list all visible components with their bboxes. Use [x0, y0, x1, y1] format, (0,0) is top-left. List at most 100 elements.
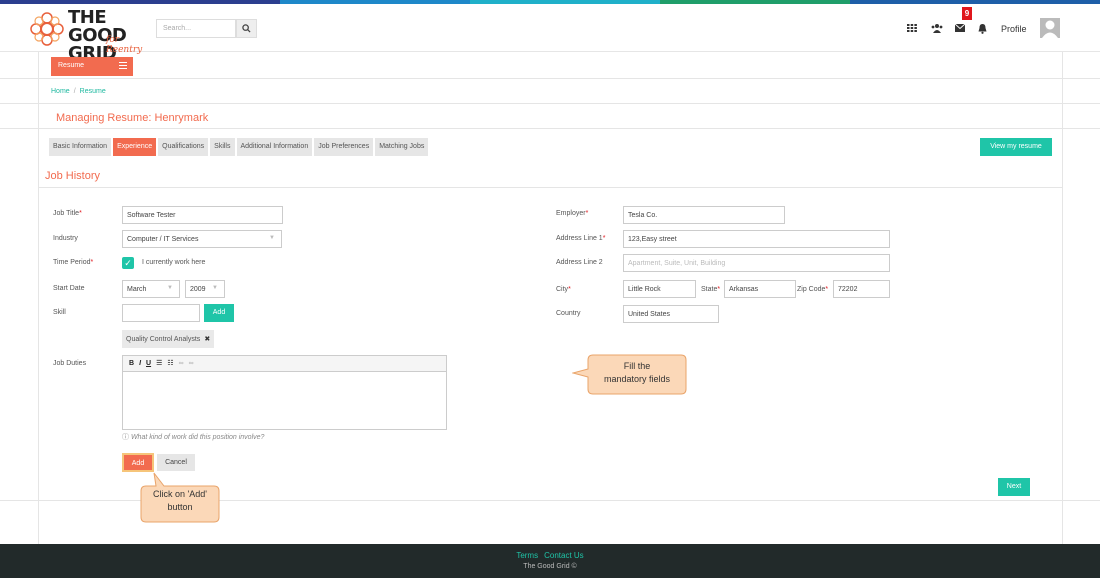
cancel-button[interactable]: Cancel: [157, 454, 195, 471]
bulleted-list-icon[interactable]: ☰: [156, 360, 162, 367]
job-title-input[interactable]: Software Tester: [122, 206, 283, 224]
add-skill-button[interactable]: Add: [204, 304, 234, 322]
layout-divider-right: [1062, 52, 1063, 544]
underline-icon[interactable]: U: [146, 360, 151, 367]
envelope-icon[interactable]: [954, 23, 966, 35]
numbered-list-icon[interactable]: ☷: [167, 360, 173, 367]
link-icon[interactable]: ∞: [179, 360, 184, 367]
resume-menu-label: Resume: [58, 62, 85, 69]
chevron-down-icon: ▼: [212, 285, 218, 291]
breadcrumb-current[interactable]: Resume: [80, 88, 106, 95]
breadcrumb: Home / Resume: [51, 88, 106, 95]
skill-label: Skill: [53, 309, 66, 316]
breadcrumb-separator: /: [73, 88, 76, 95]
terms-link[interactable]: Terms: [516, 551, 538, 560]
copyright: The Good Grid ©: [523, 563, 577, 570]
view-my-resume-button[interactable]: View my resume: [980, 138, 1052, 156]
notification-count-badge: 9: [962, 7, 972, 20]
italic-icon[interactable]: I: [139, 360, 141, 367]
search-icon: [242, 24, 251, 33]
start-year-select[interactable]: 2009 ▼: [185, 280, 225, 298]
employer-label: Employer*: [556, 210, 589, 217]
resume-section-tabs: Basic Information Experience Qualificati…: [49, 138, 429, 156]
tab-experience[interactable]: Experience: [113, 138, 157, 156]
user-avatar-icon[interactable]: [1040, 18, 1060, 38]
skill-tag: Quality Control Analysts ✖: [122, 330, 215, 348]
resume-menu-button[interactable]: Resume: [51, 57, 133, 76]
footer: Terms Contact Us The Good Grid ©: [0, 544, 1100, 578]
industry-select-value: Computer / IT Services: [127, 236, 199, 243]
currently-work-here-label: I currently work here: [142, 259, 206, 266]
info-icon: ⓘ: [122, 434, 129, 441]
zip-code-label: Zip Code*: [797, 286, 829, 293]
breadcrumb-home-link[interactable]: Home: [51, 88, 70, 95]
tab-skills[interactable]: Skills: [210, 138, 235, 156]
tab-qualifications[interactable]: Qualifications: [158, 138, 209, 156]
contact-us-link[interactable]: Contact Us: [544, 551, 584, 560]
remove-tag-icon[interactable]: ✖: [204, 336, 210, 343]
logo-subtitle: for Reentry: [106, 35, 143, 55]
profile-link[interactable]: Profile: [1001, 24, 1027, 34]
employer-input[interactable]: Tesla Co.: [623, 206, 785, 224]
address-line1-label: Address Line 1*: [556, 235, 606, 242]
layout-divider-left: [38, 52, 39, 544]
start-year-value: 2009: [190, 286, 206, 293]
grid-icon[interactable]: [907, 24, 917, 35]
skill-tag-label: Quality Control Analysts: [126, 336, 201, 343]
logo[interactable]: THE GOOD GRID for Reentry: [28, 8, 153, 63]
row-divider: [0, 78, 1100, 79]
city-input[interactable]: Little Rock: [623, 280, 696, 298]
tab-additional-information[interactable]: Additional Information: [236, 138, 313, 156]
row-divider: [0, 103, 1100, 104]
chevron-down-icon: ▼: [269, 235, 275, 241]
tab-basic-information[interactable]: Basic Information: [49, 138, 112, 156]
mandatory-fields-callout: Fill the mandatory fields: [588, 360, 686, 386]
time-period-label: Time Period*: [53, 259, 94, 266]
row-divider: [0, 128, 1100, 129]
next-button[interactable]: Next: [998, 478, 1030, 496]
editor-toolbar: B I U ☰ ☷ ∞ ∞: [123, 356, 446, 372]
industry-select[interactable]: Computer / IT Services ▼: [122, 230, 282, 248]
mandatory-callout-line1: Fill the: [623, 361, 651, 371]
chevron-down-icon: ▼: [167, 285, 173, 291]
country-label: Country: [556, 310, 581, 317]
tab-matching-jobs[interactable]: Matching Jobs: [375, 138, 429, 156]
currently-work-here-checkbox[interactable]: ✓: [122, 257, 134, 269]
address-line2-label: Address Line 2: [556, 259, 603, 266]
start-date-label: Start Date: [53, 285, 85, 292]
logo-flower-icon: [30, 12, 64, 46]
job-duties-label: Job Duties: [53, 360, 87, 367]
state-label: State*: [701, 286, 721, 293]
start-month-value: March: [127, 286, 147, 293]
add-callout-line2: button: [167, 502, 193, 512]
search-input[interactable]: Search...: [156, 19, 236, 38]
address-line1-input[interactable]: 123,Easy street: [623, 230, 890, 248]
add-job-button[interactable]: Add: [122, 453, 154, 472]
job-title-label: Job Title*: [53, 210, 82, 217]
section-title: Job History: [45, 170, 101, 182]
bell-icon[interactable]: [978, 24, 987, 37]
add-callout-line1: Click on 'Add': [153, 489, 207, 499]
unlink-icon[interactable]: ∞: [189, 360, 194, 367]
search-button[interactable]: [236, 19, 257, 38]
job-duties-editor[interactable]: B I U ☰ ☷ ∞ ∞: [122, 355, 447, 430]
bold-icon[interactable]: B: [129, 360, 134, 367]
address-line2-input[interactable]: Apartment, Suite, Unit, Building: [623, 254, 890, 272]
users-icon[interactable]: [931, 24, 943, 36]
hamburger-icon: [119, 62, 127, 69]
footer-links: Terms Contact Us: [0, 544, 1100, 560]
page-title: Managing Resume: Henrymark: [56, 112, 209, 124]
section-divider: [38, 187, 1062, 188]
tab-job-preferences[interactable]: Job Preferences: [314, 138, 374, 156]
start-month-select[interactable]: March ▼: [122, 280, 180, 298]
mandatory-callout-line2: mandatory fields: [603, 374, 671, 384]
skill-input[interactable]: [122, 304, 200, 322]
job-duties-hint: ⓘ What kind of work did this position in…: [122, 434, 265, 441]
country-input[interactable]: United States: [623, 305, 719, 323]
zip-code-input[interactable]: 72202: [833, 280, 890, 298]
state-input[interactable]: Arkansas: [724, 280, 796, 298]
add-button-callout: Click on 'Add' button: [141, 488, 219, 514]
industry-label: Industry: [53, 235, 78, 242]
city-label: City*: [556, 286, 571, 293]
top-header: THE GOOD GRID for Reentry Search... 9 Pr…: [0, 4, 1100, 63]
